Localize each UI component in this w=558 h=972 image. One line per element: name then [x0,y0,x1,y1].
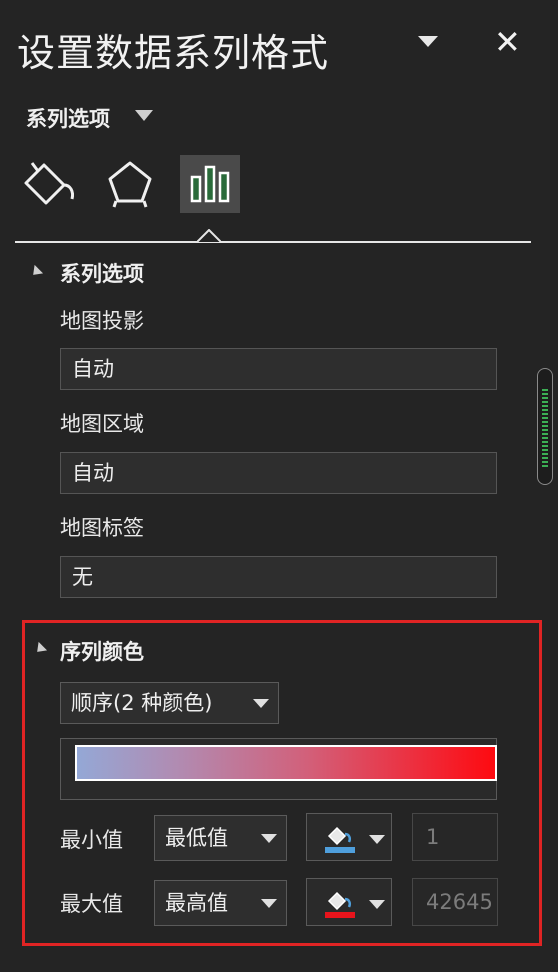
map-area-dropdown[interactable]: 自动 [60,452,497,494]
max-value-input[interactable]: 42645 [412,878,498,926]
series-options-group-title[interactable]: 系列选项 [60,258,144,288]
min-type-value: 最低值 [165,826,228,850]
chevron-down-icon[interactable] [135,110,153,121]
max-type-dropdown[interactable]: 最高值 [154,880,287,926]
paint-bucket-icon [325,826,385,853]
min-value-label: 最小值 [60,828,123,852]
scrollbar-thumb[interactable] [542,389,548,467]
map-projection-label: 地图投影 [60,309,144,333]
min-value-input[interactable]: 1 [412,813,498,861]
chevron-down-icon [261,899,277,908]
min-fill-color-button[interactable] [306,813,392,861]
map-labels-label: 地图标签 [60,516,144,540]
map-projection-dropdown[interactable]: 自动 [60,348,497,390]
bar-chart-icon [190,165,230,203]
min-type-dropdown[interactable]: 最低值 [154,815,287,861]
max-type-value: 最高值 [165,891,228,915]
chevron-down-icon [253,699,269,708]
map-labels-dropdown[interactable]: 无 [60,556,497,598]
pane-options-chevron-icon[interactable] [418,36,438,47]
color-scheme-dropdown[interactable]: 顺序(2 种颜色) [60,682,279,724]
max-fill-color-button[interactable] [306,878,392,926]
active-tab-pointer [197,229,221,243]
max-value-label: 最大值 [60,892,123,916]
map-area-label: 地图区域 [60,412,144,436]
scrollbar[interactable] [537,368,553,485]
color-gradient-preview [75,745,497,781]
chevron-down-icon [261,834,277,843]
paint-bucket-icon [325,891,385,918]
series-options-dropdown[interactable]: 系列选项 [26,103,110,133]
close-button[interactable]: ✕ [494,22,521,62]
color-scheme-value: 顺序(2 种颜色) [71,691,213,715]
tab-effects[interactable] [100,155,160,213]
series-color-group-title[interactable]: 序列颜色 [60,636,144,666]
tab-series-options[interactable] [180,155,240,213]
tab-fill-line[interactable] [18,155,78,213]
pane-title: 设置数据系列格式 [17,31,330,75]
pentagon-icon [108,161,152,208]
tab-divider [15,241,531,243]
collapse-triangle-icon[interactable] [28,264,44,280]
paint-bucket-icon [24,162,74,205]
